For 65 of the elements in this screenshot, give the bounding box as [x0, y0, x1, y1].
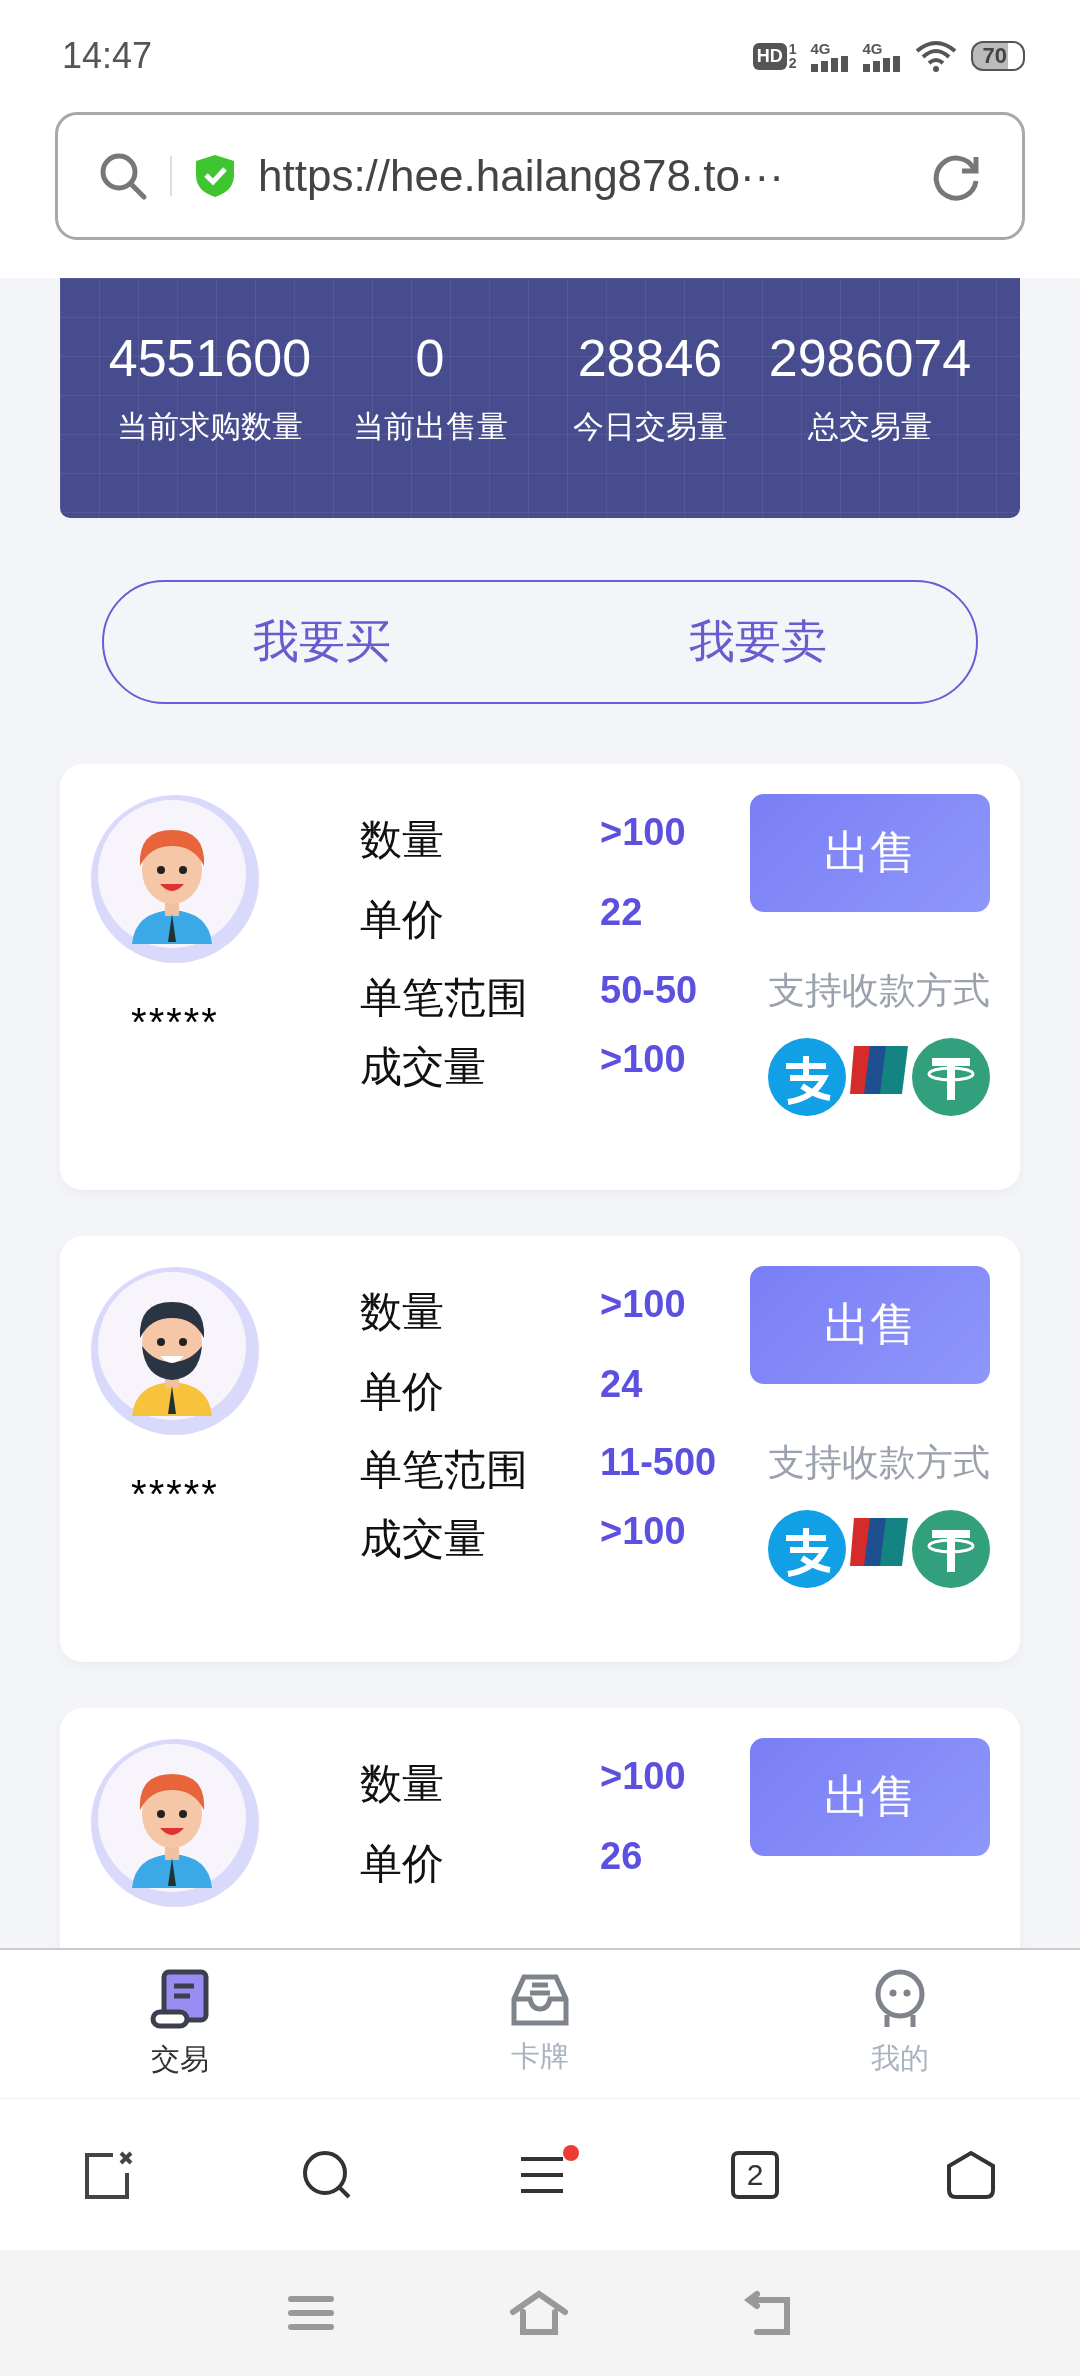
stat-value: 0	[415, 328, 445, 388]
stat-value: 4551600	[108, 328, 312, 388]
field-value: >100	[600, 810, 687, 855]
payment-logo-icon	[768, 1510, 846, 1588]
mode-button[interactable]: 我要买	[104, 582, 540, 702]
stat-value: 2986074	[768, 328, 972, 388]
field-value: 22	[600, 890, 644, 935]
field-label: 单价	[360, 1839, 445, 1889]
field-label: 数量	[360, 1759, 445, 1809]
field-value: >100	[600, 1509, 687, 1554]
network-type-label: 4G	[810, 40, 831, 56]
stat-label: 总交易量	[808, 408, 932, 446]
payment-logo-icon	[912, 1510, 990, 1588]
back-icon[interactable]	[743, 2290, 793, 2336]
field-label: 成交量	[360, 1514, 487, 1564]
sell-button[interactable]: 出售	[750, 1738, 990, 1856]
field-label: 成交量	[360, 1042, 487, 1092]
mode-button[interactable]: 我要卖	[540, 582, 976, 702]
field-value: 26	[600, 1834, 644, 1879]
wifi-icon	[914, 39, 957, 73]
field-value: 24	[600, 1362, 644, 1407]
field-value: 50-50	[600, 968, 699, 1013]
user-name: *****	[131, 1472, 219, 1517]
payment-methods-label: 支持收款方式	[768, 969, 990, 1013]
battery-level: 70	[970, 41, 1025, 71]
payment-logo-icon	[912, 1038, 990, 1116]
stat-label: 当前求购数量	[117, 408, 303, 446]
menu-icon[interactable]	[287, 2293, 335, 2333]
field-value: >100	[600, 1754, 687, 1799]
field-label: 单笔范围	[360, 1445, 529, 1495]
home-icon[interactable]	[509, 2290, 569, 2336]
user-name: *****	[131, 1000, 219, 1045]
tab-count-button[interactable]: 2	[731, 2150, 779, 2199]
search-icon	[98, 151, 148, 201]
home-button[interactable]	[945, 2149, 997, 2200]
address-bar[interactable]: https://hee.hailang878.to···	[55, 112, 1025, 240]
menu-button[interactable]	[519, 2154, 565, 2195]
signal-icon	[862, 55, 901, 72]
shield-check-icon	[194, 153, 236, 199]
profile-icon	[873, 1969, 927, 2029]
field-value: >100	[600, 1282, 687, 1327]
stat-label: 当前出售量	[352, 408, 508, 446]
signal-icon	[810, 55, 849, 72]
field-label: 数量	[360, 815, 445, 865]
nav-tab[interactable]: 交易	[0, 1950, 360, 2098]
url-text: https://hee.hailang878.to···	[258, 151, 785, 201]
field-label: 单价	[360, 1367, 445, 1417]
field-value: 11-500	[600, 1440, 718, 1485]
field-label: 单价	[360, 895, 445, 945]
field-label: 数量	[360, 1287, 445, 1337]
search-button[interactable]	[301, 2148, 353, 2201]
hd-label: HD	[752, 42, 787, 70]
stat-value: 28846	[577, 328, 723, 388]
sell-button[interactable]: 出售	[750, 1266, 990, 1384]
scroll-icon	[150, 1968, 210, 2030]
status-time: 14:47	[62, 35, 153, 77]
network-type-label: 4G	[862, 40, 883, 56]
sim-slot-label: 1	[788, 42, 797, 56]
field-value: >100	[600, 1037, 687, 1082]
stat-label: 今日交易量	[572, 408, 728, 446]
payment-logo-icon	[768, 1038, 846, 1116]
sim-slot-label: 2	[788, 56, 797, 70]
sell-button[interactable]: 出售	[750, 794, 990, 912]
payment-methods-label: 支持收款方式	[768, 1441, 990, 1485]
field-label: 单笔范围	[360, 973, 529, 1023]
